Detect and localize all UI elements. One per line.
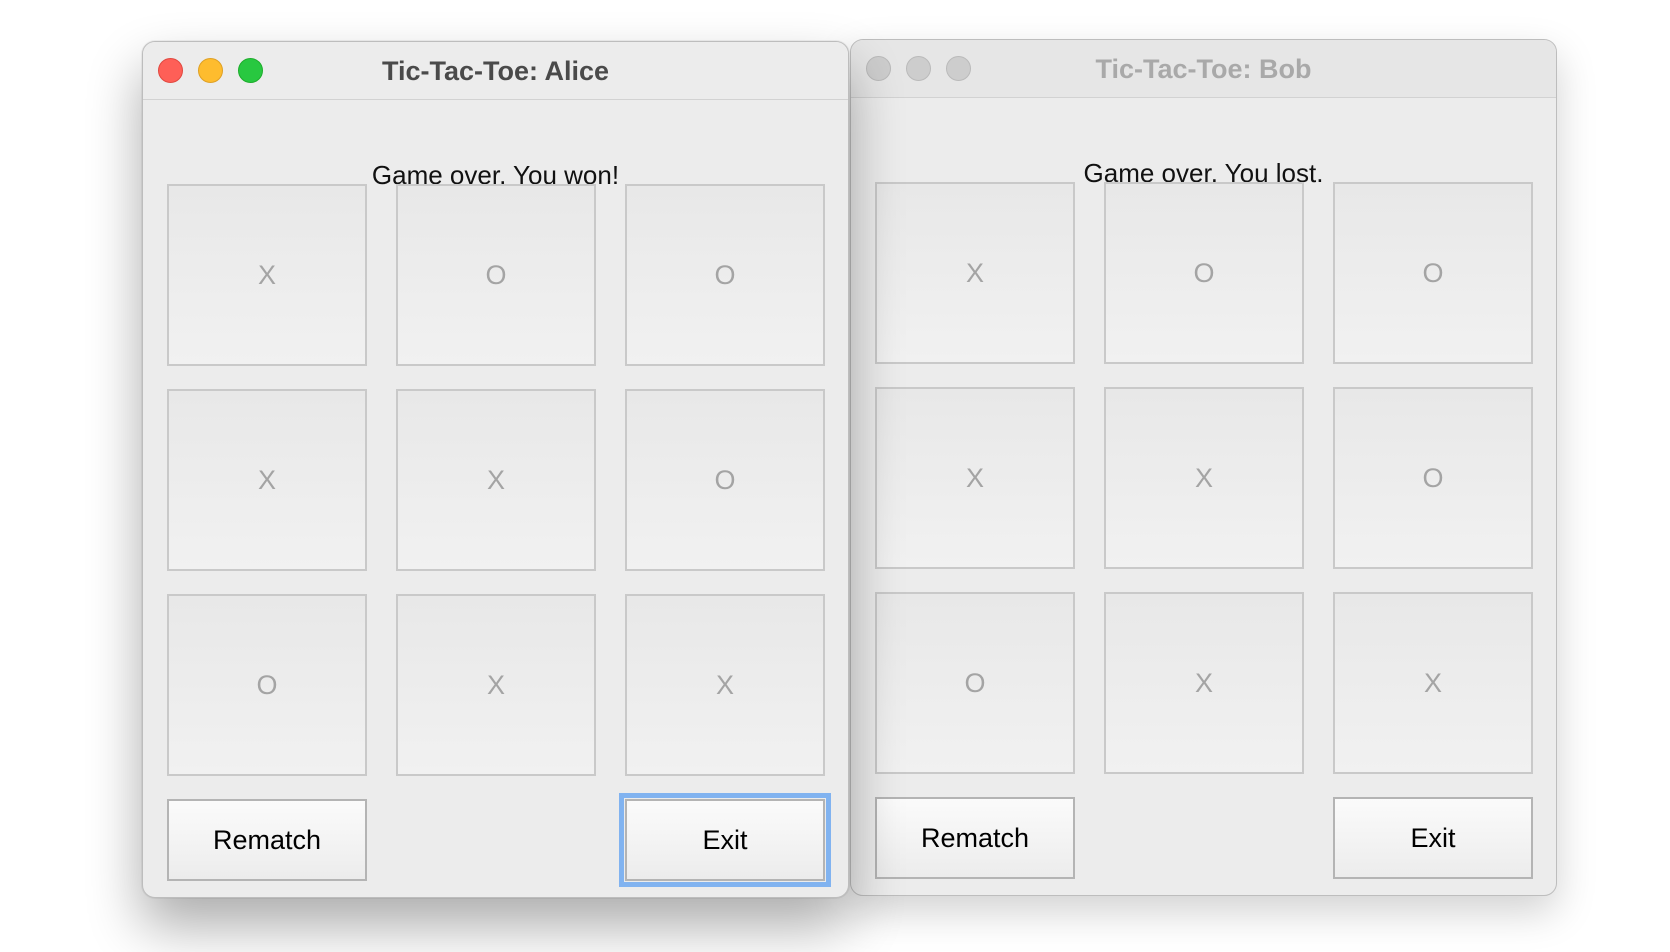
exit-button[interactable]: Exit [619, 793, 831, 887]
board-cell[interactable]: X [1104, 592, 1304, 774]
window-title: Tic-Tac-Toe: Alice [381, 56, 610, 86]
board-cell[interactable]: X [1104, 387, 1304, 569]
board-cell[interactable]: O [1333, 387, 1533, 569]
bob-window: Tic-Tac-Toe: Bob Game over. You lost. X … [850, 39, 1557, 896]
board-cell[interactable]: X [396, 389, 596, 571]
board-cell[interactable]: X [1333, 592, 1533, 774]
board-cell[interactable]: O [625, 184, 825, 366]
board-cell[interactable]: O [167, 594, 367, 776]
board-cell[interactable]: O [396, 184, 596, 366]
board-cell[interactable]: O [1333, 182, 1533, 364]
titlebar[interactable]: Tic-Tac-Toe: Bob [851, 40, 1556, 98]
board-cell[interactable]: O [1104, 182, 1304, 364]
rematch-button[interactable]: Rematch [167, 799, 367, 881]
board-cell[interactable]: X [396, 594, 596, 776]
titlebar[interactable]: Tic-Tac-Toe: Alice [143, 42, 848, 100]
exit-button[interactable]: Exit [1333, 797, 1533, 879]
board-cell[interactable]: X [167, 184, 367, 366]
board-cell[interactable]: X [625, 594, 825, 776]
board-cell[interactable]: O [625, 389, 825, 571]
board-cell[interactable]: O [875, 592, 1075, 774]
board-cell[interactable]: X [167, 389, 367, 571]
window-title: Tic-Tac-Toe: Bob [1095, 54, 1312, 84]
board-cell[interactable]: X [875, 182, 1075, 364]
alice-window: Tic-Tac-Toe: Alice Game over. You won! X… [142, 41, 849, 898]
rematch-button[interactable]: Rematch [875, 797, 1075, 879]
board-cell[interactable]: X [875, 387, 1075, 569]
